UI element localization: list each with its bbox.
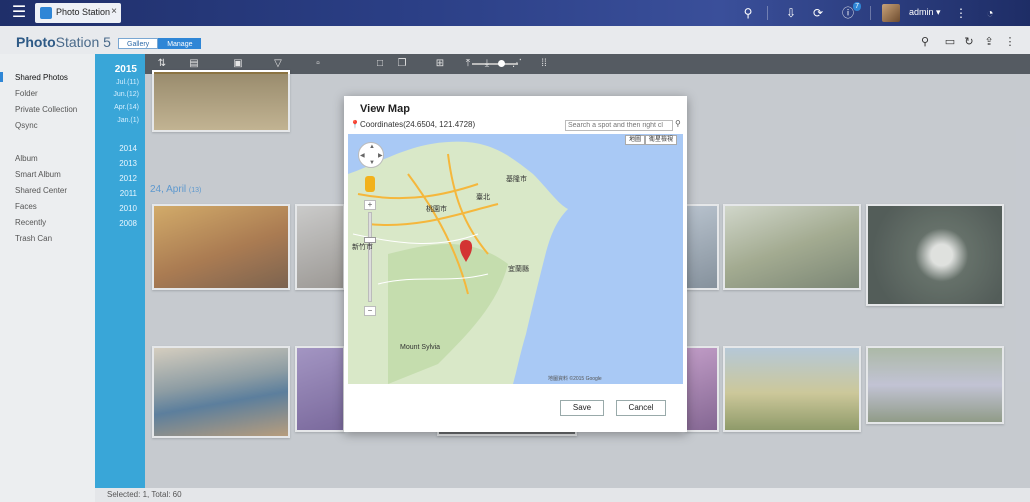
view-mode-icon[interactable]: ▤ <box>187 57 201 71</box>
timeline-month[interactable]: Jul.(11) <box>116 79 139 86</box>
timeline-year-current[interactable]: 2015 <box>115 64 137 75</box>
zoom-slider[interactable] <box>368 212 372 302</box>
coordinates-label: 📍Coordinates(24.6504, 121.4728) <box>350 120 476 129</box>
tab-label: Photo Station <box>56 7 111 17</box>
sidebar-item-shared-center[interactable]: Shared Center <box>15 186 67 195</box>
timeline-year[interactable]: 2010 <box>119 204 137 213</box>
download-task-icon[interactable]: ⇩ <box>783 5 799 21</box>
add-to-album-icon[interactable]: ⊞ <box>433 57 447 71</box>
dialog-title: View Map <box>360 103 410 115</box>
notification-icon[interactable]: ⓘ 7 <box>840 2 861 21</box>
sidebar: Shared Photos Folder Private Collection … <box>0 54 95 502</box>
sidebar-item-trash-can[interactable]: Trash Can <box>15 234 52 243</box>
timeline-month[interactable]: Jan.(1) <box>117 117 139 124</box>
map-label-keelung: 基隆市 <box>506 176 527 183</box>
sidebar-item-recently[interactable]: Recently <box>15 218 46 227</box>
search-icon[interactable]: ⚲ <box>919 36 931 48</box>
map-type-roadmap[interactable]: 地圖 <box>625 135 646 145</box>
sidebar-item-private-collection[interactable]: Private Collection <box>15 105 77 114</box>
cancel-button[interactable]: Cancel <box>616 400 666 416</box>
map-land <box>348 141 568 384</box>
map-label-mount-sylvia: Mount Sylvia <box>400 344 441 351</box>
refresh-icon[interactable]: ↻ <box>963 36 975 48</box>
photo-station-icon <box>40 7 52 19</box>
backup-sync-icon[interactable]: ⟳ <box>810 5 826 21</box>
sidebar-item-album[interactable]: Album <box>15 154 38 163</box>
map-label-taoyuan: 桃園市 <box>426 206 447 213</box>
sidebar-item-faces[interactable]: Faces <box>15 202 37 211</box>
map-label-taipei: 臺北 <box>476 194 490 201</box>
active-marker <box>0 72 3 82</box>
main-menu-icon[interactable]: ☰ <box>10 4 28 22</box>
sidebar-item-folder[interactable]: Folder <box>15 89 38 98</box>
map-type-satellite[interactable]: 衛星檢視 <box>645 135 678 145</box>
upload-icon[interactable]: ⤒ <box>461 57 475 71</box>
notification-badge: 7 <box>853 2 861 11</box>
filter-icon[interactable]: ▽ <box>271 57 285 71</box>
download-icon[interactable]: ⤓ <box>480 57 494 71</box>
sidebar-item-qsync[interactable]: Qsync <box>15 121 38 130</box>
tab-photo-station[interactable]: Photo Station × <box>35 3 121 23</box>
map-search-input[interactable] <box>565 120 673 131</box>
share-icon[interactable]: ⋰ <box>510 57 524 71</box>
thumb-small-icon[interactable]: ▫ <box>311 57 325 71</box>
search-icon[interactable]: ⚲ <box>740 5 756 21</box>
street-view-pegman-icon[interactable] <box>365 176 375 192</box>
mode-manage-button[interactable]: Manage <box>158 38 202 49</box>
copy-icon[interactable]: ❐ <box>395 57 409 71</box>
app-header: PhotoStation 5 Gallery Manage ⚲ ▭ ↻ ⇪ ⋮ <box>0 26 1030 54</box>
more-options-icon[interactable]: ⋮ <box>953 5 969 21</box>
status-bar: Selected: 1, Total: 60 <box>95 488 1030 502</box>
sort-icon[interactable]: ⇅ <box>155 57 169 71</box>
user-menu[interactable]: admin ▾ <box>909 7 941 18</box>
save-button[interactable]: Save <box>560 400 604 416</box>
divider <box>870 6 871 20</box>
timeline-year[interactable]: 2008 <box>119 219 137 228</box>
dashboard-gauge-icon[interactable]: ◔ <box>982 5 998 21</box>
thumb-large-icon[interactable]: □ <box>373 57 387 71</box>
timeline: 2015 Jul.(11) Jun.(12) Apr.(14) Jan.(1) … <box>95 54 145 488</box>
sidebar-item-smart-album[interactable]: Smart Album <box>15 170 61 179</box>
timeline-year[interactable]: 2012 <box>119 174 137 183</box>
timeline-year[interactable]: 2013 <box>119 159 137 168</box>
display-options-icon[interactable]: ▣ <box>231 57 245 71</box>
map-label-hsinchu: 新竹市 <box>352 244 373 251</box>
map-attribution: 地圖資料 ©2015 Google <box>548 376 602 382</box>
slideshow-icon[interactable]: ▭ <box>944 36 956 48</box>
avatar[interactable] <box>882 4 900 22</box>
map-pan-control[interactable]: ▲ ▼ ◀ ▶ <box>358 142 384 168</box>
search-icon[interactable]: ⚲ <box>675 119 681 128</box>
slider-handle[interactable] <box>498 60 505 67</box>
zoom-in-button[interactable]: + <box>364 200 376 210</box>
sidebar-item-shared-photos[interactable]: Shared Photos <box>15 73 68 82</box>
timeline-month[interactable]: Jun.(12) <box>113 91 139 98</box>
app-title: PhotoStation 5 <box>16 34 111 50</box>
timeline-month[interactable]: Apr.(14) <box>114 104 139 111</box>
divider <box>767 6 768 20</box>
zoom-out-button[interactable]: − <box>364 306 376 316</box>
mode-switch: Gallery Manage <box>118 38 202 50</box>
mode-gallery-button[interactable]: Gallery <box>118 38 159 49</box>
view-map-dialog: View Map 📍Coordinates(24.6504, 121.4728)… <box>344 96 687 432</box>
status-text: Selected: 1, Total: 60 <box>107 490 182 499</box>
timeline-year[interactable]: 2011 <box>120 189 137 198</box>
map-label-yilan: 宜蘭縣 <box>508 266 529 273</box>
more-tools-icon[interactable]: ⁞⁞ <box>537 57 551 71</box>
more-options-icon[interactable]: ⋮ <box>1004 36 1016 48</box>
tab-close-icon[interactable]: × <box>111 6 117 17</box>
location-pin-icon: 📍 <box>350 120 360 129</box>
system-top-bar: ☰ Photo Station × ⚲ ⇩ ⟳ ⓘ 7 admin ▾ ⋮ ◔ <box>0 0 1030 26</box>
timeline-year[interactable]: 2014 <box>119 144 137 153</box>
map-view[interactable]: 地圖 衛星檢視 ▲ ▼ ◀ ▶ + − 基隆市 臺北 桃園市 新竹市 宜蘭縣 Moun… <box>348 134 683 384</box>
upload-icon[interactable]: ⇪ <box>983 36 995 48</box>
